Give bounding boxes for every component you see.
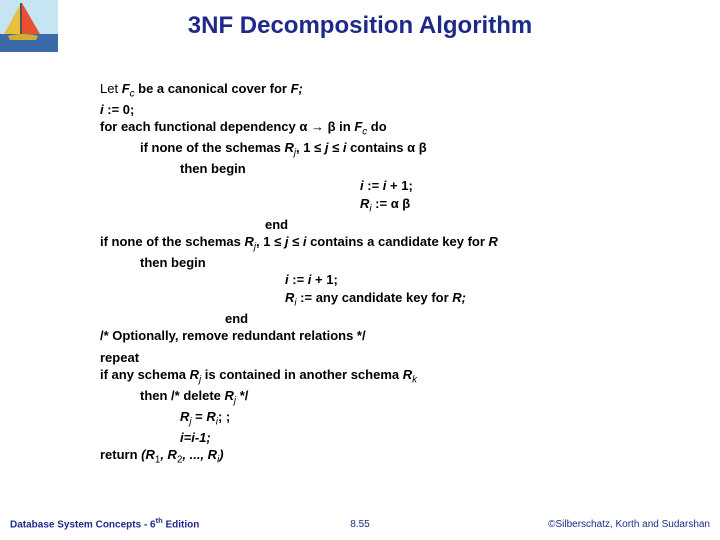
line-3: for each functional dependency α → β in … [100, 118, 690, 139]
line-14: /* Optionally, remove redundant relation… [100, 327, 690, 345]
line-6: i := i + 1; [100, 177, 690, 195]
line-1: Let Fc be a canonical cover for F; [100, 80, 690, 101]
footer-copyright: ©Silberschatz, Korth and Sudarshan [548, 519, 710, 530]
line-7: Ri := α β [100, 195, 690, 216]
line-9: if none of the schemas Rj, 1 ≤ j ≤ i con… [100, 233, 690, 254]
line-13: end [100, 310, 690, 328]
line-17: then /* delete Rj */ [100, 387, 690, 408]
line-4: if none of the schemas Rj, 1 ≤ j ≤ i con… [100, 139, 690, 160]
line-16: if any schema Rj is contained in another… [100, 366, 690, 387]
algorithm-body: Let Fc be a canonical cover for F; i := … [100, 80, 690, 467]
line-18: Rj = Ri; ; [100, 408, 690, 429]
line-19: i=i-1; [100, 429, 690, 447]
line-10: then begin [100, 254, 690, 272]
line-11: i := i + 1; [100, 271, 690, 289]
line-12: Ri := any candidate key for R; [100, 289, 690, 310]
line-8: end [100, 216, 690, 234]
line-5: then begin [100, 160, 690, 178]
line-15: repeat [100, 349, 690, 367]
line-20: return (R1, R2, ..., Ri) [100, 446, 690, 467]
slide-title: 3NF Decomposition Algorithm [0, 12, 720, 40]
line-2: i := 0; [100, 101, 690, 119]
